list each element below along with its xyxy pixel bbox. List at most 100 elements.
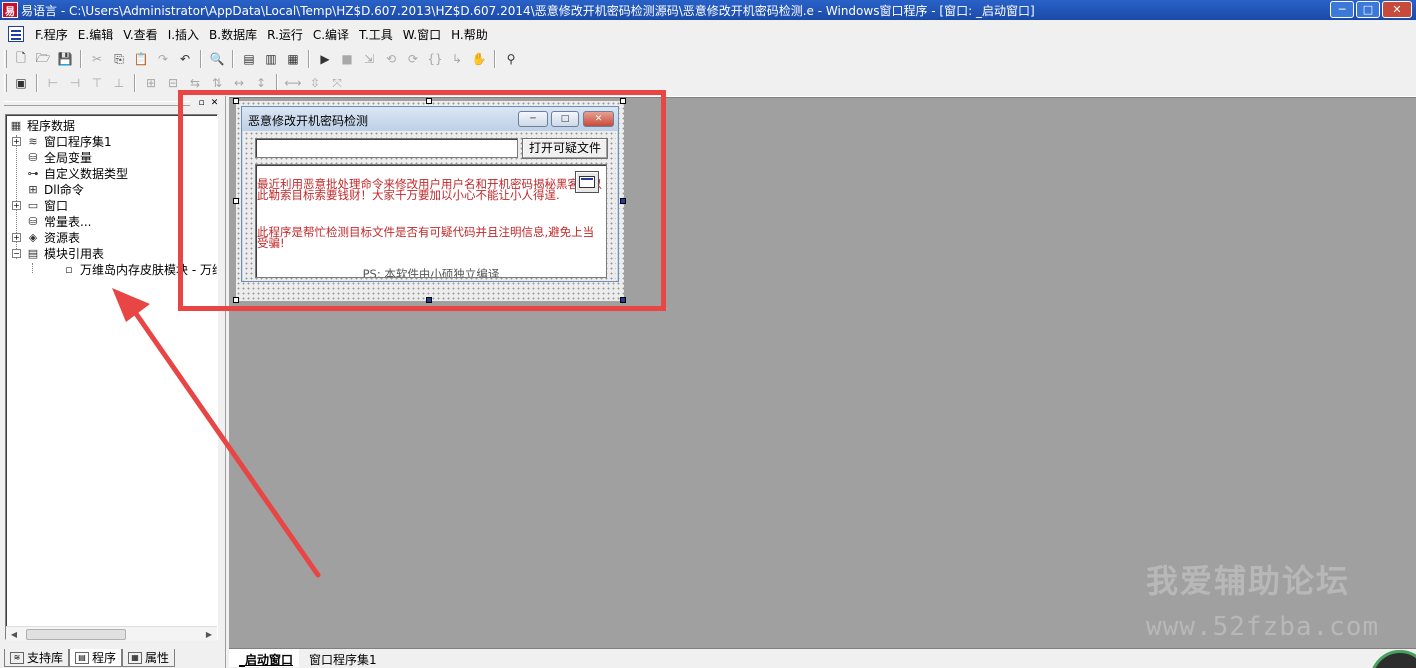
tree-item[interactable]: ⛁ 常量表... — [12, 213, 91, 229]
new-file-icon[interactable]: 🗋 — [11, 49, 31, 69]
paste-icon[interactable]: 📋 — [131, 49, 151, 69]
menu-window[interactable]: W.窗口 — [398, 26, 446, 43]
menu-insert[interactable]: I.插入 — [163, 26, 204, 43]
collapse-icon[interactable]: − — [12, 248, 21, 258]
layout-full-icon[interactable]: ▦ — [283, 49, 303, 69]
align-bottom-icon[interactable]: ⊥ — [109, 73, 129, 93]
tree-item[interactable]: + ▭ 窗口 — [12, 197, 68, 213]
tree-node-icon: ⛁ — [28, 214, 38, 228]
library-icon: ≋ — [10, 651, 24, 664]
run-to-icon[interactable]: ↳ — [447, 49, 467, 69]
tab-startup-window[interactable]: _启动窗口 — [229, 649, 300, 667]
layout-left-icon[interactable]: ▤ — [239, 49, 259, 69]
align-center-icon[interactable]: ⊣ — [65, 73, 85, 93]
toolbar-separator — [308, 50, 310, 68]
tree-item[interactable]: ⊶ 自定义数据类型 — [12, 165, 129, 181]
hand-icon[interactable]: ✋ — [469, 49, 489, 69]
tab-label: 属性 — [145, 651, 170, 665]
tree-item[interactable]: − ▤ 模块引用表 — [12, 245, 104, 261]
stop-icon[interactable]: ■ — [337, 49, 357, 69]
align-top-icon[interactable]: ⊤ — [87, 73, 107, 93]
expand-icon[interactable]: + — [12, 200, 21, 210]
annotation-highlight-box — [178, 90, 666, 311]
menu-program[interactable]: F.程序 — [30, 26, 73, 43]
copy-icon[interactable]: ⎘ — [109, 49, 129, 69]
panel-tabs: ≋ 支持库 ▤ 程序 ▦ 属性 — [4, 649, 222, 667]
scroll-thumb[interactable] — [26, 629, 126, 640]
align-left-icon[interactable]: ⊢ — [43, 73, 63, 93]
menu-tools[interactable]: T.工具 — [354, 26, 398, 43]
tree-item-label: 自定义数据类型 — [44, 166, 129, 181]
step-out-icon[interactable]: {} — [425, 49, 445, 69]
tree-item[interactable]: + ≋ 窗口程序集1 — [12, 133, 112, 149]
source-tab-bar: _启动窗口 窗口程序集1 — [229, 648, 1416, 668]
expand-icon[interactable]: + — [12, 136, 21, 146]
toolbar-separator — [232, 50, 234, 68]
menu-view[interactable]: V.查看 — [118, 26, 162, 43]
title-bar: 易 易语言 - C:\Users\Administrator\AppData\L… — [0, 0, 1416, 20]
watermark-title: 我爱辅助论坛 — [1146, 562, 1351, 600]
panel-grip[interactable] — [4, 101, 190, 106]
standard-toolbar: 🗋 🗁 💾 ✂ ⎘ 📋 ↷ ↶ 🔍 ▤ ▥ ▦ ▶ ■ ⇲ ⟲ ⟳{} ↳ ✋ ⚲ — [0, 47, 522, 71]
tab-window-assembly[interactable]: 窗口程序集1 — [299, 649, 383, 667]
toolbar-separator — [134, 74, 136, 92]
watermark-url: www.52fzba.com — [1146, 612, 1380, 642]
find-icon[interactable]: 🔍 — [207, 49, 227, 69]
toolbar-separator — [80, 50, 82, 68]
tree-horizontal-scrollbar[interactable]: ◀ ▶ — [6, 626, 217, 641]
menu-edit[interactable]: E.编辑 — [73, 26, 118, 43]
save-icon[interactable]: 💾 — [55, 49, 75, 69]
layout-top-icon[interactable]: ▥ — [261, 49, 281, 69]
expand-icon[interactable]: + — [12, 232, 21, 242]
form-designer-icon[interactable]: ▣ — [11, 73, 31, 93]
tree-item[interactable]: ▦ 程序数据 — [8, 117, 75, 133]
maximize-button[interactable]: □ — [1356, 1, 1380, 18]
tree-node-icon: ▤ — [27, 246, 39, 260]
document-menu-icon[interactable] — [8, 26, 24, 42]
open-folder-icon[interactable]: 🗁 — [33, 49, 53, 69]
tree-node-icon: ⊞ — [28, 182, 38, 196]
window-title: 易语言 - C:\Users\Administrator\AppData\Loc… — [21, 3, 1035, 18]
tab-label: 程序 — [92, 651, 117, 665]
tree-node-icon: ≋ — [28, 134, 38, 148]
tree-node-icon: ⛁ — [28, 150, 38, 164]
menu-database[interactable]: B.数据库 — [204, 26, 262, 43]
tree-node-icon: ▭ — [27, 198, 39, 212]
close-button[interactable]: ✕ — [1382, 1, 1412, 18]
binoculars-icon[interactable]: ⚲ — [501, 49, 521, 69]
minimize-button[interactable]: ─ — [1330, 1, 1354, 18]
tree-item[interactable]: ⊞ Dll命令 — [12, 181, 84, 197]
toolbar-separator — [200, 50, 202, 68]
program-icon: ▤ — [75, 651, 90, 664]
tree-item-label: 资源表 — [44, 230, 81, 245]
menu-run[interactable]: R.运行 — [262, 26, 308, 43]
menu-compile[interactable]: C.编译 — [308, 26, 354, 43]
tree-item-label: Dll命令 — [44, 182, 84, 197]
undo-icon[interactable]: ↶ — [175, 49, 195, 69]
step-icon[interactable]: ⇲ — [359, 49, 379, 69]
tree-node-icon: ▫ — [65, 262, 73, 276]
tree-item[interactable]: ⛁ 全局变量 — [12, 149, 92, 165]
cut-icon[interactable]: ✂ — [87, 49, 107, 69]
tab-program[interactable]: ▤ 程序 — [69, 649, 123, 667]
toolbar-separator — [36, 74, 38, 92]
redo-icon[interactable]: ↷ — [153, 49, 173, 69]
tree-item-label: 窗口 — [44, 198, 69, 213]
tree-node-icon: ◈ — [28, 230, 38, 244]
tree-node-icon: ▦ — [10, 118, 22, 132]
run-icon[interactable]: ▶ — [315, 49, 335, 69]
tree-item-label: 常量表... — [44, 214, 92, 229]
scroll-right-icon[interactable]: ▶ — [202, 628, 216, 641]
step-over-icon[interactable]: ⟳ — [403, 49, 423, 69]
scroll-left-icon[interactable]: ◀ — [7, 628, 21, 641]
tab-support-library[interactable]: ≋ 支持库 — [4, 649, 70, 667]
tree-item-label: 窗口程序集1 — [44, 134, 112, 149]
tree-node-icon: ⊶ — [27, 166, 39, 180]
tab-properties[interactable]: ▦ 属性 — [122, 649, 176, 667]
step-into-icon[interactable]: ⟲ — [381, 49, 401, 69]
tab-label: 支持库 — [27, 651, 64, 665]
tree-item[interactable]: + ◈ 资源表 — [12, 229, 80, 245]
menu-help[interactable]: H.帮助 — [446, 26, 493, 43]
app-logo-icon: 易 — [2, 2, 18, 18]
center-h-icon[interactable]: ⊞ — [141, 73, 161, 93]
